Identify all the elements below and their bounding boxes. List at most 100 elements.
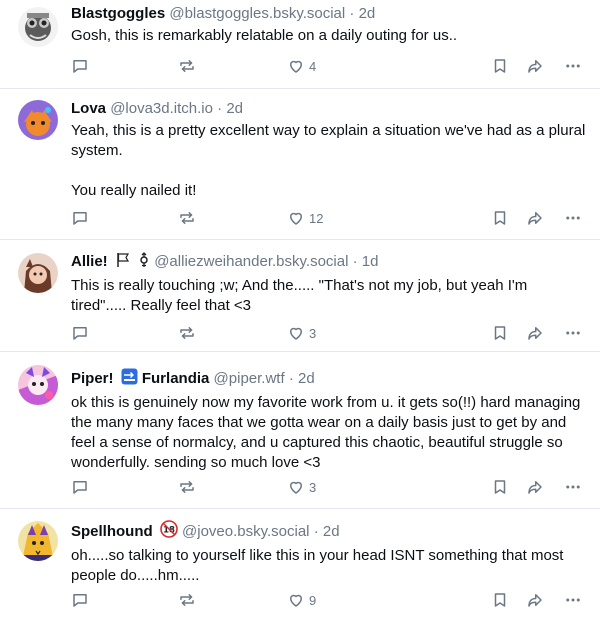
like-button[interactable]: 9	[287, 590, 316, 610]
repost-button[interactable]	[178, 323, 196, 343]
post-header: Spellhound 18 @joveo.bsky.social · 2d	[71, 520, 586, 544]
more-icon	[566, 216, 580, 220]
repost-button[interactable]	[178, 477, 196, 497]
reply-icon	[73, 60, 87, 73]
post-actions: 4	[71, 56, 586, 76]
bookmark-button[interactable]	[491, 590, 509, 610]
post-header: Allie! @alliezweihander.bsky.social · 1d	[71, 252, 586, 274]
post-text: Yeah, this is a pretty excellent way to …	[71, 122, 586, 199]
repost-button[interactable]	[178, 208, 196, 228]
author-name-suffix[interactable]: Furlandia	[142, 370, 210, 387]
bookmark-icon	[494, 211, 506, 225]
post-actions: 3	[71, 477, 586, 497]
share-button[interactable]	[526, 477, 544, 497]
author-handle[interactable]: @alliezweihander.bsky.social	[154, 253, 348, 270]
bookmark-button[interactable]	[491, 477, 509, 497]
bookmark-icon	[494, 480, 506, 494]
repost-icon	[180, 327, 194, 339]
post-time[interactable]: 2d	[323, 523, 340, 540]
like-count: 12	[309, 210, 324, 226]
post[interactable]: Lova @lova3d.itch.io · 2d Yeah, this is …	[0, 89, 600, 240]
soon-arrow-icon	[121, 368, 138, 391]
bookmark-button[interactable]	[491, 56, 509, 76]
reply-icon	[73, 481, 87, 494]
separator-dot: ·	[352, 253, 358, 270]
author-handle[interactable]: @joveo.bsky.social	[182, 523, 310, 540]
share-button[interactable]	[526, 590, 544, 610]
reply-button[interactable]	[71, 590, 89, 610]
reply-button[interactable]	[71, 323, 89, 343]
avatar[interactable]	[18, 521, 58, 561]
bookmark-icon	[494, 593, 506, 607]
separator-dot: ·	[313, 523, 319, 540]
avatar[interactable]	[18, 7, 58, 47]
bookmark-icon	[494, 326, 506, 340]
avatar[interactable]	[18, 365, 58, 405]
reply-button[interactable]	[71, 208, 89, 228]
avatar[interactable]	[18, 253, 58, 293]
post-actions: 12	[71, 208, 586, 228]
like-button[interactable]: 4	[287, 56, 316, 76]
post-header: Lova @lova3d.itch.io · 2d	[71, 99, 586, 119]
share-button[interactable]	[526, 56, 544, 76]
reply-button[interactable]	[71, 56, 89, 76]
bookmark-button[interactable]	[491, 208, 509, 228]
like-button[interactable]: 3	[287, 323, 316, 343]
post[interactable]: Allie! @alliezweihander.bsky.social · 1d…	[0, 240, 600, 352]
post[interactable]: Piper! Furlandia @piper.wtf · 2d ok this…	[0, 352, 600, 509]
post-text: ok this is genuinely now my favorite wor…	[71, 394, 585, 471]
like-count: 4	[309, 58, 317, 74]
post[interactable]: Spellhound 18 @joveo.bsky.social · 2d oh…	[0, 509, 600, 620]
more-icon	[566, 64, 580, 68]
post-actions: 9	[71, 590, 586, 610]
post-time[interactable]: 1d	[362, 253, 379, 270]
author-handle[interactable]: @blastgoggles.bsky.social	[169, 5, 345, 22]
post-actions: 3	[71, 323, 586, 343]
post-text: oh.....so talking to yourself like this …	[71, 547, 568, 584]
post-text: This is really touching ;w; And the.....…	[71, 277, 532, 314]
post[interactable]: Blastgoggles @blastgoggles.bsky.social ·…	[0, 0, 600, 89]
reply-icon	[73, 327, 87, 340]
flag-icon	[115, 252, 131, 274]
repost-icon	[180, 594, 194, 606]
more-options-button[interactable]	[564, 477, 582, 497]
share-button[interactable]	[526, 323, 544, 343]
repost-icon	[180, 60, 194, 72]
more-options-button[interactable]	[564, 208, 582, 228]
post-text: Gosh, this is remarkably relatable on a …	[71, 27, 458, 44]
like-button[interactable]: 12	[287, 208, 323, 228]
author-name[interactable]: Piper!	[71, 370, 114, 387]
like-count: 3	[309, 479, 317, 495]
author-name[interactable]: Allie!	[71, 253, 108, 270]
author-name[interactable]: Lova	[71, 100, 106, 117]
like-count: 3	[309, 325, 317, 341]
separator-dot: ·	[288, 370, 294, 387]
author-name[interactable]: Spellhound	[71, 523, 153, 540]
like-button[interactable]: 3	[287, 477, 316, 497]
reply-icon	[73, 212, 87, 225]
reply-button[interactable]	[71, 477, 89, 497]
heart-icon	[290, 327, 302, 340]
more-options-button[interactable]	[564, 590, 582, 610]
share-icon	[528, 594, 542, 607]
post-header: Blastgoggles @blastgoggles.bsky.social ·…	[71, 4, 586, 24]
more-options-button[interactable]	[564, 56, 582, 76]
author-name[interactable]: Blastgoggles	[71, 5, 165, 22]
author-handle[interactable]: @piper.wtf	[214, 370, 285, 387]
author-handle[interactable]: @lova3d.itch.io	[110, 100, 213, 117]
share-button[interactable]	[526, 208, 544, 228]
heart-icon	[290, 60, 302, 73]
post-time[interactable]: 2d	[298, 370, 315, 387]
separator-dot: ·	[217, 100, 223, 117]
more-options-button[interactable]	[564, 323, 582, 343]
bookmark-icon	[494, 59, 506, 73]
transgender-symbol-icon	[138, 252, 150, 274]
repost-button[interactable]	[178, 590, 196, 610]
post-header: Piper! Furlandia @piper.wtf · 2d	[71, 368, 586, 391]
post-time[interactable]: 2d	[359, 5, 376, 22]
like-count: 9	[309, 592, 317, 608]
post-time[interactable]: 2d	[226, 100, 243, 117]
bookmark-button[interactable]	[491, 323, 509, 343]
repost-button[interactable]	[178, 56, 196, 76]
avatar[interactable]	[18, 100, 58, 140]
